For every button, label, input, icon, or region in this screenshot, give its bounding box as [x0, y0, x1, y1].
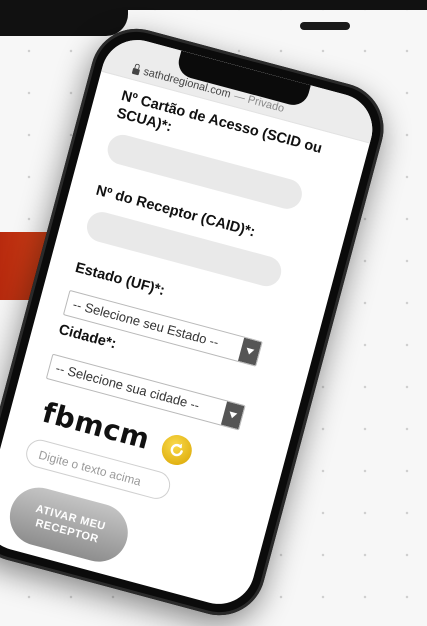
chevron-down-icon[interactable]: [237, 337, 262, 366]
chevron-down-icon[interactable]: [220, 401, 245, 430]
top-bar-accent: [300, 22, 350, 30]
refresh-arrow-glyph: [170, 443, 183, 457]
lock-icon: [131, 67, 141, 75]
top-black-band: [0, 0, 427, 10]
top-black-bar: [0, 10, 128, 36]
activation-form: Nº Cartão de Acesso (SCID ou SCUA)*: Nº …: [1, 87, 352, 608]
background-scene: sathdregional.com — Privado Nº Cartão de…: [0, 0, 427, 626]
activate-receiver-button[interactable]: ATIVAR MEU RECEPTOR: [3, 481, 135, 569]
refresh-icon[interactable]: [158, 431, 195, 469]
phone-mockup: sathdregional.com — Privado Nº Cartão de…: [0, 18, 394, 626]
phone-screen: sathdregional.com — Privado Nº Cartão de…: [0, 31, 381, 613]
